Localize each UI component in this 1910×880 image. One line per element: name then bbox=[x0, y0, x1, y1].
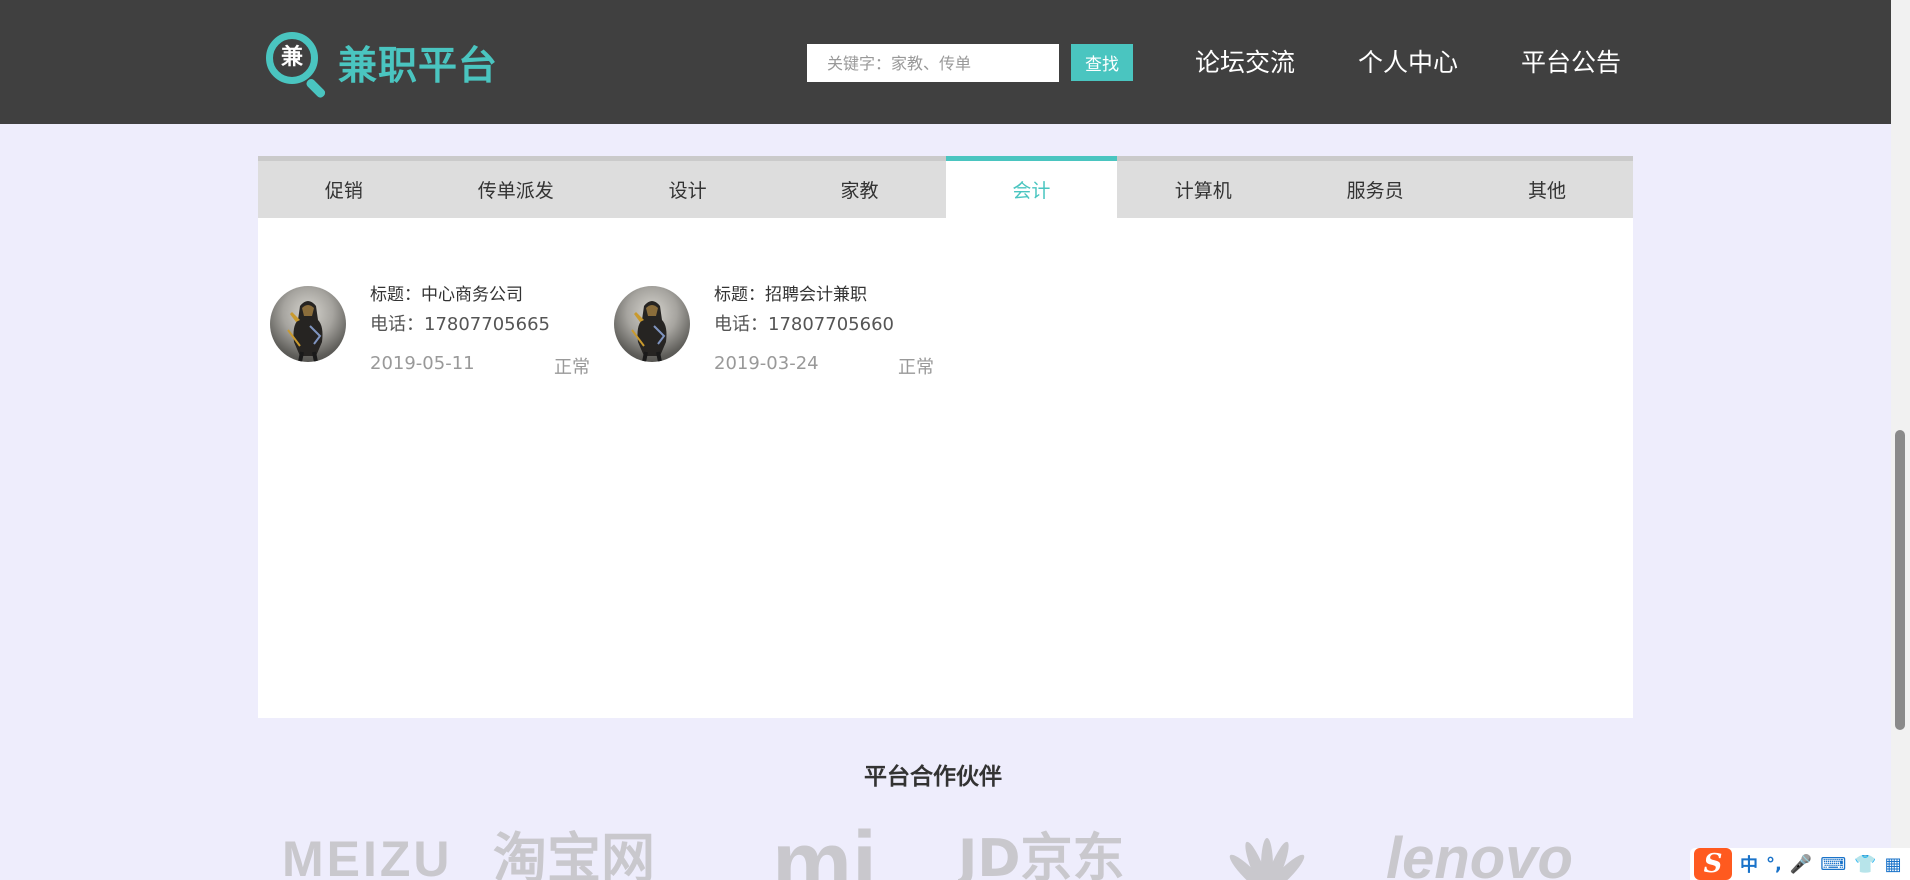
partner-logo-huawei[interactable] bbox=[1206, 826, 1328, 880]
tab-other[interactable]: 其他 bbox=[1461, 156, 1633, 218]
partner-logo-meizu[interactable]: MEIZU bbox=[282, 826, 453, 880]
huawei-logo-icon bbox=[1229, 838, 1305, 880]
listing-cards: 标题：中心商务公司 电话：17807705665 2019-05-11 正常 标… bbox=[258, 218, 1633, 718]
avatar bbox=[270, 286, 346, 362]
search-input[interactable] bbox=[807, 44, 1059, 82]
nav-personal-center[interactable]: 个人中心 bbox=[1358, 44, 1458, 82]
sogou-ime-icon[interactable]: S bbox=[1694, 848, 1732, 880]
listing-date: 2019-03-24 bbox=[714, 353, 819, 374]
partner-logo-taobao[interactable]: 淘宝网 bbox=[493, 826, 655, 880]
avatar bbox=[614, 286, 690, 362]
partner-logo-jd[interactable]: JD京东 bbox=[958, 826, 1125, 880]
ime-punctuation[interactable]: °, bbox=[1766, 854, 1782, 875]
brand-name: 兼职平台 bbox=[338, 44, 499, 89]
tab-computer[interactable]: 计算机 bbox=[1117, 156, 1290, 218]
job-listing-panel: 促销 传单派发 设计 家教 会计 计算机 服务员 其他 标题：中心商务公司 电话… bbox=[258, 156, 1633, 718]
top-header: 兼 兼职平台 查找 论坛交流 个人中心 平台公告 bbox=[0, 0, 1891, 124]
listing-title: 标题：中心商务公司 bbox=[370, 285, 523, 305]
search-button[interactable]: 查找 bbox=[1071, 44, 1133, 81]
tab-promotion[interactable]: 促销 bbox=[258, 156, 430, 218]
listing-phone: 电话：17807705665 bbox=[370, 314, 550, 335]
nav-forum[interactable]: 论坛交流 bbox=[1195, 44, 1295, 82]
listing-status: 正常 bbox=[898, 357, 934, 378]
tab-accounting[interactable]: 会计 bbox=[945, 156, 1118, 218]
partner-logo-xiaomi[interactable]: mi bbox=[772, 826, 877, 880]
keyboard-icon[interactable]: ⌨ bbox=[1820, 854, 1846, 875]
listing-card[interactable]: 标题：招聘会计兼职 电话：17807705660 2019-03-24 正常 bbox=[602, 280, 946, 390]
tab-flyer-distribution[interactable]: 传单派发 bbox=[429, 156, 602, 218]
grid-icon[interactable]: ▦ bbox=[1885, 854, 1902, 875]
brand-logo[interactable]: 兼 兼职平台 bbox=[264, 30, 499, 100]
ime-toolbar: S 中 °, 🎤 ⌨ 👕 ▦ bbox=[1690, 848, 1910, 880]
mic-icon[interactable]: 🎤 bbox=[1790, 854, 1812, 875]
partners-title: 平台合作伙伴 bbox=[864, 764, 1002, 790]
page-scrollbar[interactable] bbox=[1891, 0, 1910, 880]
listing-card[interactable]: 标题：中心商务公司 电话：17807705665 2019-05-11 正常 bbox=[258, 280, 602, 390]
listing-date: 2019-05-11 bbox=[370, 353, 475, 374]
logo-mark-char: 兼 bbox=[280, 45, 303, 70]
listing-title: 标题：招聘会计兼职 bbox=[714, 285, 867, 305]
magnifier-logo-icon: 兼 bbox=[264, 30, 330, 100]
partner-logo-lenovo[interactable]: lenovo bbox=[1386, 826, 1573, 880]
shirt-icon[interactable]: 👕 bbox=[1854, 854, 1876, 875]
tab-waiter[interactable]: 服务员 bbox=[1289, 156, 1462, 218]
scrollbar-thumb[interactable] bbox=[1895, 430, 1905, 730]
listing-status: 正常 bbox=[554, 357, 590, 378]
category-tabs: 促销 传单派发 设计 家教 会计 计算机 服务员 其他 bbox=[258, 156, 1633, 218]
nav-announcements[interactable]: 平台公告 bbox=[1521, 44, 1621, 82]
tab-design[interactable]: 设计 bbox=[601, 156, 774, 218]
tab-tutoring[interactable]: 家教 bbox=[773, 156, 946, 218]
ime-chinese-mode[interactable]: 中 bbox=[1740, 851, 1758, 877]
listing-phone: 电话：17807705660 bbox=[714, 314, 894, 335]
